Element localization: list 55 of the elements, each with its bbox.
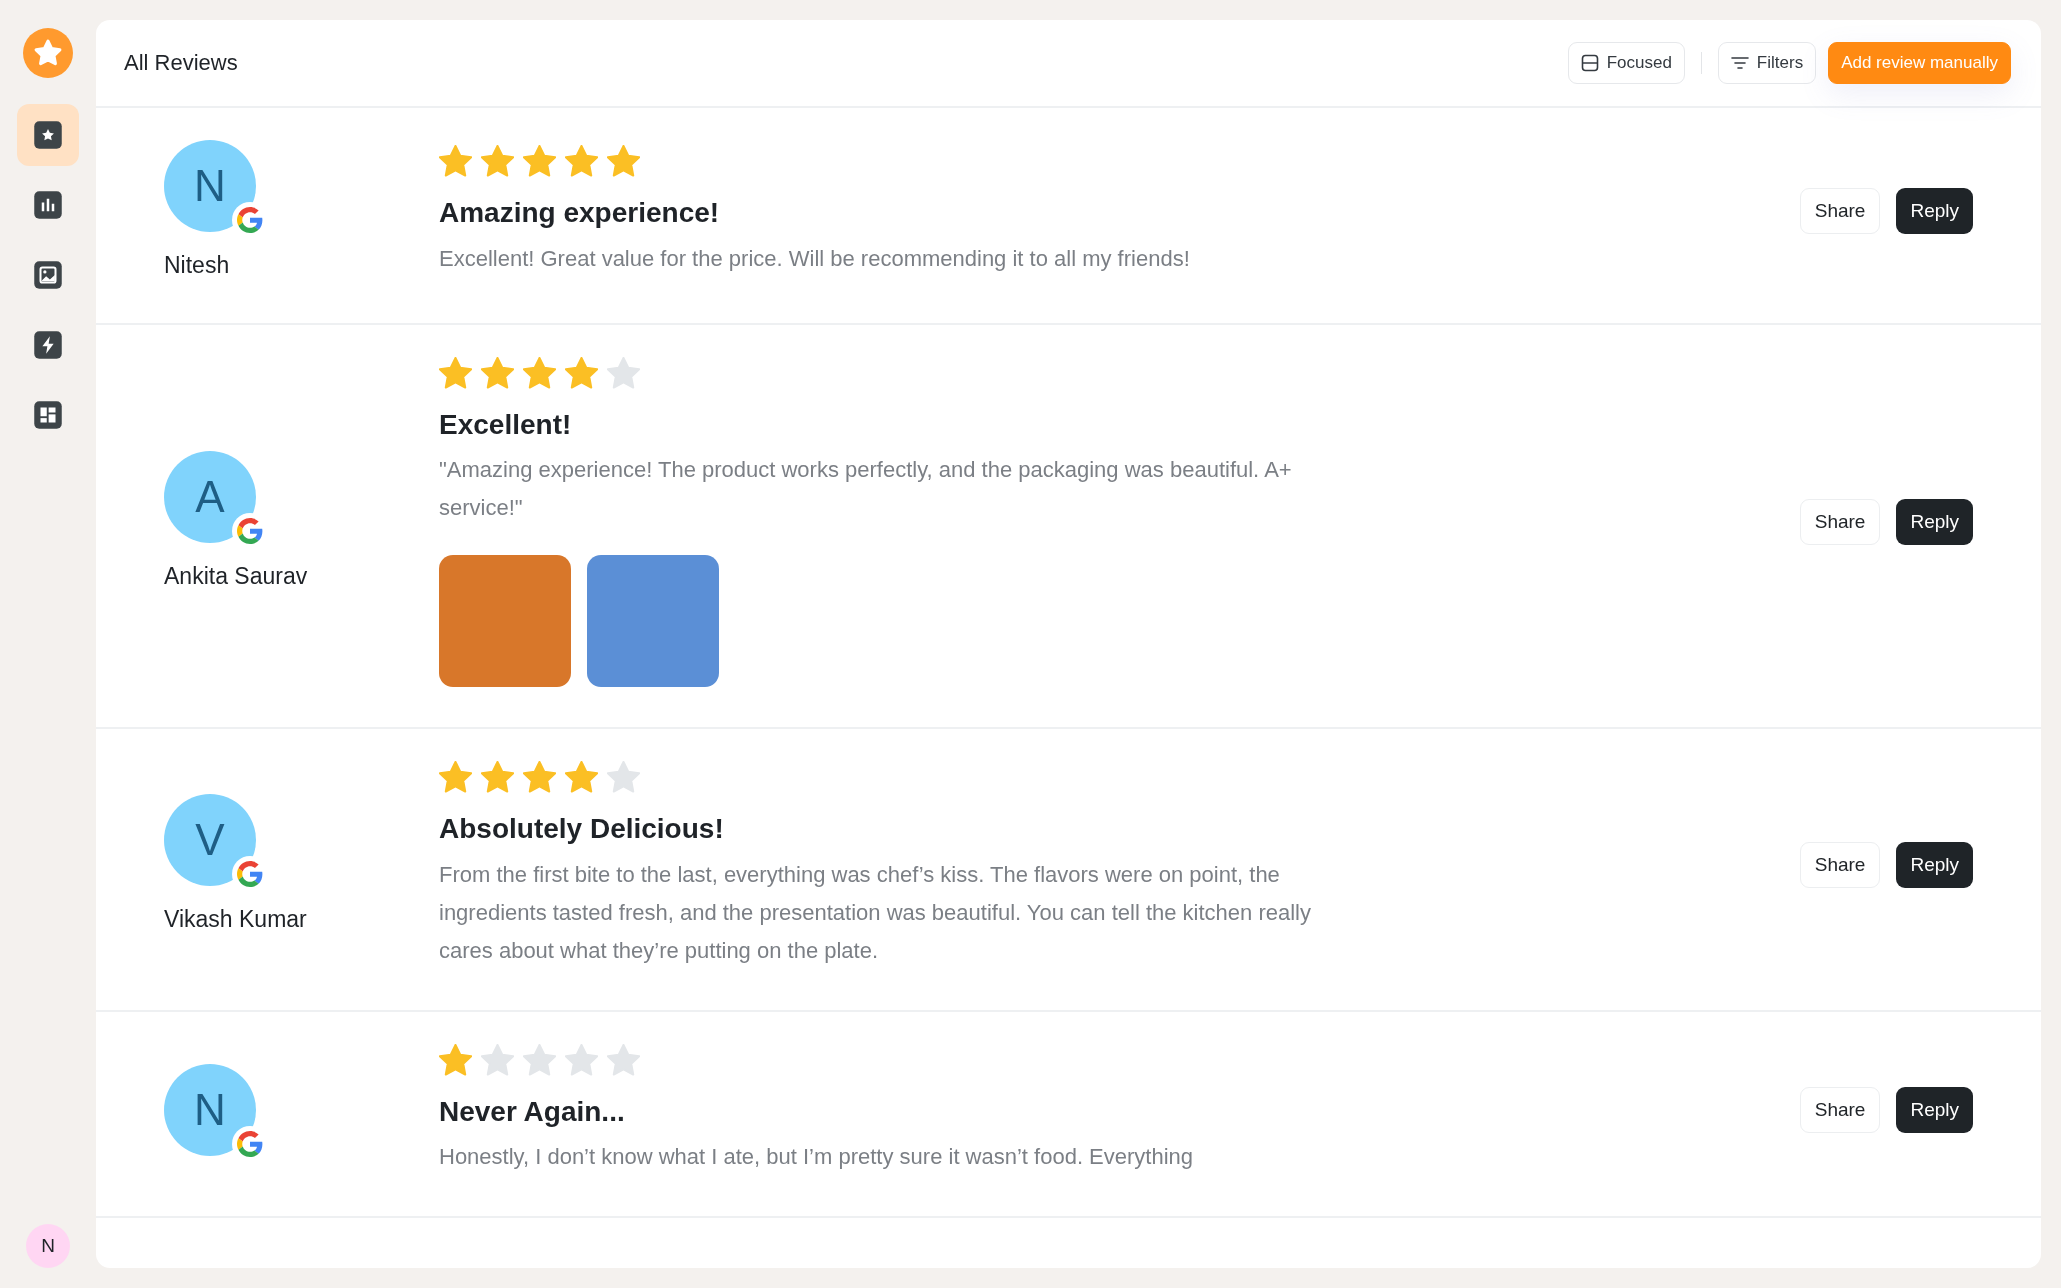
star-icon [439, 356, 472, 390]
star-icon [523, 356, 556, 390]
star-icon [523, 761, 556, 795]
reviewer-name: Ankita Saurav [164, 561, 309, 591]
logo-icon [23, 28, 73, 78]
page-title: All Reviews [124, 49, 238, 77]
avatar: N [164, 140, 256, 232]
share-button[interactable]: Share [1799, 498, 1881, 545]
lightning-icon [33, 330, 63, 360]
review-text: Excellent! Great value for the price. Will be recommending it to all my friends! [439, 244, 1191, 273]
avatar: A [164, 450, 256, 543]
star-icon [607, 761, 640, 795]
reviewer-name: Vikash Kumar [164, 905, 308, 935]
reviewer-name: Nitesh [164, 251, 231, 280]
star-icon [523, 144, 556, 178]
share-button[interactable]: Share [1799, 1087, 1881, 1133]
avatar: V [164, 794, 256, 887]
star-icon [439, 1043, 472, 1077]
review-title: Absolutely Delicious! [439, 812, 725, 846]
star-icon [481, 356, 514, 390]
star-icon [481, 1043, 514, 1077]
star-icon [565, 1043, 598, 1077]
star-icon [607, 356, 640, 390]
split-view-icon [1580, 54, 1599, 72]
user-avatar[interactable]: N [26, 1224, 70, 1268]
focused-view-button[interactable]: Focused [1567, 42, 1685, 84]
avatar: N [164, 1064, 256, 1156]
filter-icon [1730, 56, 1749, 70]
image-icon [33, 260, 63, 290]
reply-button[interactable]: Reply [1896, 1087, 1973, 1133]
star-icon [565, 356, 598, 390]
star-icon [481, 144, 514, 178]
sidebar-item[interactable] [17, 104, 79, 166]
star-icon [565, 761, 598, 795]
review-text: From the first bite to the last, everything was chef’s kiss. The flavors were on point, the ingredients tasted fresh, and the presentation was beautiful. You can tell the kitchen really cares about what they’re putting on the plate. [439, 860, 1312, 965]
review-title: Excellent! [439, 407, 573, 442]
star-icon [607, 144, 640, 178]
star-icon [523, 1043, 556, 1077]
star-icon [439, 144, 472, 178]
star-icon [439, 761, 472, 795]
filters-button[interactable]: Filters [1717, 42, 1817, 84]
share-button[interactable]: Share [1799, 842, 1881, 889]
review-title: Amazing experience! [439, 195, 721, 230]
star-icon [607, 1043, 640, 1077]
share-button[interactable]: Share [1799, 188, 1881, 235]
reply-button[interactable]: Reply [1896, 188, 1973, 235]
bar-chart-icon [33, 190, 63, 220]
review-text: "Amazing experience! The product works perfectly, and the packaging was beautiful. A+ service!" [439, 456, 1293, 523]
star-icon [565, 144, 598, 178]
review-text: Honestly, I don’t know what I ate, but I’m pretty sure it wasn’t food. Everything [439, 1143, 1195, 1172]
dashboard-icon [33, 400, 63, 430]
review-title: Never Again... [439, 1094, 626, 1129]
star-icon [481, 761, 514, 795]
reply-button[interactable]: Reply [1896, 842, 1973, 889]
reply-button[interactable]: Reply [1896, 498, 1973, 545]
